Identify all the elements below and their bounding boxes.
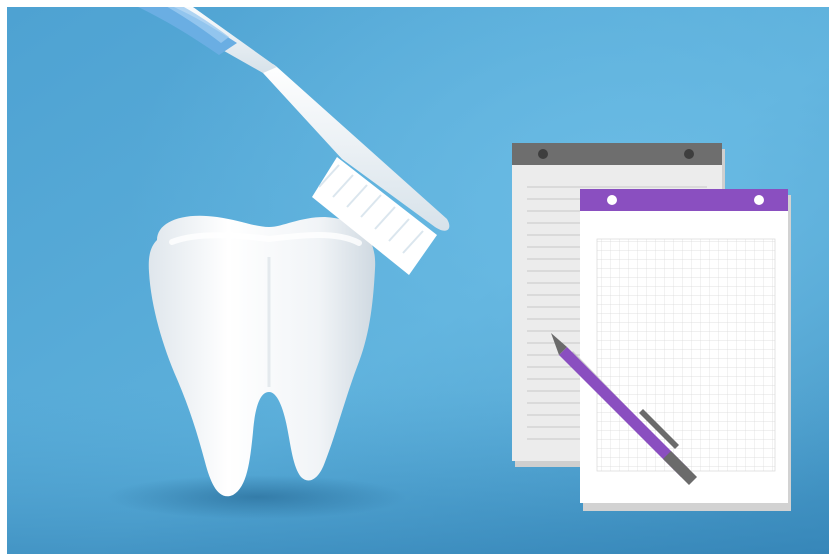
tooth-shadow — [107, 475, 407, 519]
grid-notepad-icon — [580, 189, 791, 511]
scene-svg — [7, 7, 829, 554]
image-frame — [0, 0, 836, 559]
photo-scene — [7, 7, 829, 554]
